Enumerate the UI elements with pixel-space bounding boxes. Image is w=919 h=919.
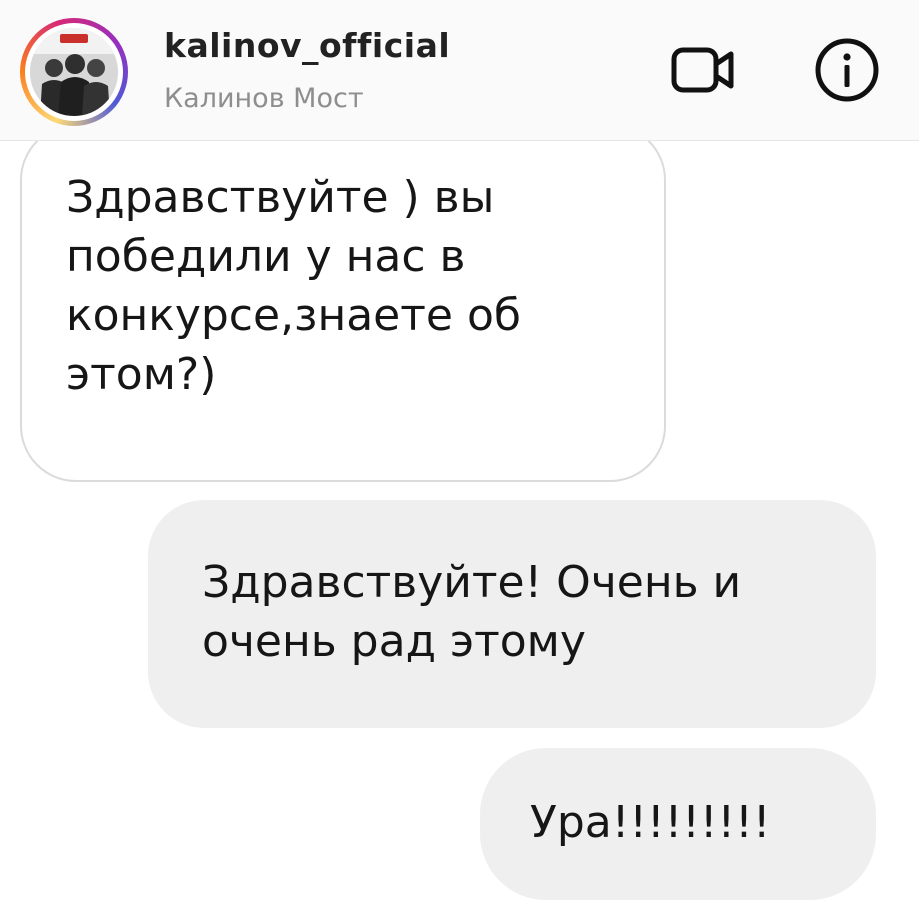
outgoing-message-bubble[interactable]: Ура!!!!!!!!! — [480, 748, 876, 900]
chat-header: kalinov_official Калинов Мост — [0, 0, 919, 141]
info-button[interactable] — [814, 37, 880, 103]
info-icon — [815, 38, 879, 102]
outgoing-message-bubble[interactable]: Здравствуйте! Очень и очень рад этому — [148, 500, 876, 728]
direct-message-screen: kalinov_official Калинов Мост Здравствуй… — [0, 0, 919, 919]
video-call-button[interactable] — [671, 37, 737, 103]
incoming-message-bubble[interactable]: Здравствуйте ) вы победили у нас в конку… — [20, 124, 666, 482]
avatar — [30, 28, 118, 116]
chat-display-name: Калинов Мост — [164, 83, 364, 114]
chat-username[interactable]: kalinov_official — [164, 26, 450, 65]
story-ring[interactable] — [20, 18, 128, 126]
video-camera-icon — [671, 47, 734, 93]
